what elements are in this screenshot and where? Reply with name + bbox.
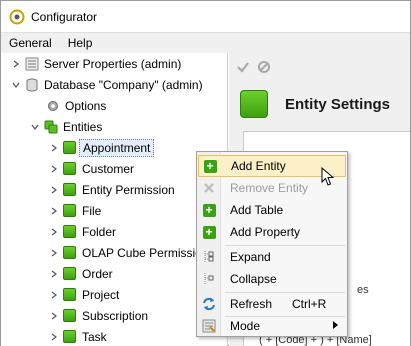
chevron-right-icon[interactable] [49,290,59,300]
tree-label-order: Order [82,266,113,281]
chevron-right-icon[interactable] [49,185,59,195]
tree-label-subscription: Subscription [82,308,149,323]
chevron-right-icon[interactable] [49,206,59,216]
tree-label-project: Project [82,287,120,302]
refresh-icon [202,297,216,311]
tree-node-customer[interactable]: Customer [49,158,134,179]
tree-node-appointment[interactable]: Appointment [49,137,155,158]
chevron-right-icon[interactable] [49,143,59,153]
entity-icon [63,288,76,301]
tree-label-entity-permission: Entity Permission [82,182,175,197]
tree-node-options[interactable]: Options [46,95,106,116]
configurator-window: Configurator General Help Server Propert… [0,0,411,346]
add-entity-label: Add Entity [231,159,286,173]
refresh-shortcut: Ctrl+R [292,297,327,311]
chevron-right-icon[interactable] [49,332,59,342]
tree-label-task: Task [82,329,107,344]
add-icon: + [203,159,217,173]
mode-icon [202,319,216,333]
gear-icon [48,100,58,111]
mode-label: Mode [230,319,261,333]
tree-node-file[interactable]: File [49,200,101,221]
remove-icon [202,181,216,195]
check-icon[interactable] [235,59,251,75]
add-table-label: Add Table [230,203,284,217]
database-icon [26,78,38,91]
entity-icon [63,141,76,154]
chevron-right-icon[interactable] [49,311,59,321]
title-bar: Configurator [1,1,410,32]
menu-item-add-table[interactable]: + Add Table [198,199,346,221]
tree-label-appointment: Appointment [79,138,155,157]
add-icon: + [202,225,216,239]
chevron-right-icon[interactable] [49,164,59,174]
cancel-icon[interactable] [256,59,272,75]
entity-icon [63,162,76,175]
settings-title: Entity Settings [285,95,391,113]
tree-label-database: Database "Company" (admin) [44,77,203,92]
entity-icon [63,267,76,280]
tree-node-subscription[interactable]: Subscription [49,305,148,326]
menu-item-expand[interactable]: Expand [198,246,346,268]
add-property-label: Add Property [230,225,301,239]
chevron-right-icon[interactable] [49,269,59,279]
menu-item-collapse[interactable]: Collapse [198,268,346,290]
remove-entity-label: Remove Entity [230,181,309,195]
menu-item-add-property[interactable]: + Add Property [198,221,346,243]
entity-icon [63,225,76,238]
entities-icon [44,120,58,133]
entity-icon [63,330,76,343]
tree-label-entities: Entities [63,119,103,134]
partial-label: es [357,284,369,296]
tree-node-server-properties[interactable]: Server Properties (admin) [11,53,181,74]
tree-label-folder: Folder [82,224,117,239]
tree-label-server-properties: Server Properties (admin) [44,56,182,71]
tree-label-customer: Customer [82,161,135,176]
chevron-right-icon[interactable] [49,227,59,237]
tree-node-folder[interactable]: Folder [49,221,116,242]
menu-help[interactable]: Help [60,34,101,53]
tree-node-project[interactable]: Project [49,284,119,305]
tree-node-task[interactable]: Task [49,326,107,346]
settings-header: Entity Settings [229,81,410,127]
menu-item-mode[interactable]: Mode [198,315,346,337]
tree-label-olap-cube-permission: OLAP Cube Permission [82,245,209,260]
expand-icon [202,250,216,264]
entity-large-icon [240,90,268,118]
menu-general[interactable]: General [1,34,60,53]
settings-toolbar [229,53,410,81]
menu-bar: General Help [1,32,410,53]
entity-icon [63,204,76,217]
entity-icon [63,246,76,259]
tree-label-file: File [82,203,102,218]
app-logo-icon [9,9,25,24]
collapse-icon [202,272,216,286]
tree-node-entity-permission[interactable]: Entity Permission [49,179,175,200]
chevron-right-icon[interactable] [49,248,59,258]
server-icon [25,57,39,70]
tree-panel: Server Properties (admin) Database "Comp… [1,53,228,346]
mouse-pointer-icon [321,167,335,186]
chevron-down-icon[interactable] [30,122,40,132]
entity-icon [63,183,76,196]
chevron-down-icon[interactable] [11,80,21,90]
add-icon: + [202,203,216,217]
window-title: Configurator [31,9,98,24]
expand-label: Expand [230,250,271,264]
refresh-label: Refresh [230,297,273,311]
tree-node-entities[interactable]: Entities [30,116,102,137]
tree-node-database[interactable]: Database "Company" (admin) [11,74,203,95]
menu-item-refresh[interactable]: Refresh Ctrl+R [198,293,346,315]
tree-node-order[interactable]: Order [49,263,113,284]
chevron-right-icon[interactable] [11,59,21,69]
tree-node-olap-cube-permission[interactable]: OLAP Cube Permission [49,242,209,263]
entity-icon [63,309,76,322]
submenu-arrow-icon [333,321,338,331]
collapse-label: Collapse [230,272,277,286]
tree-label-options: Options [65,98,107,113]
